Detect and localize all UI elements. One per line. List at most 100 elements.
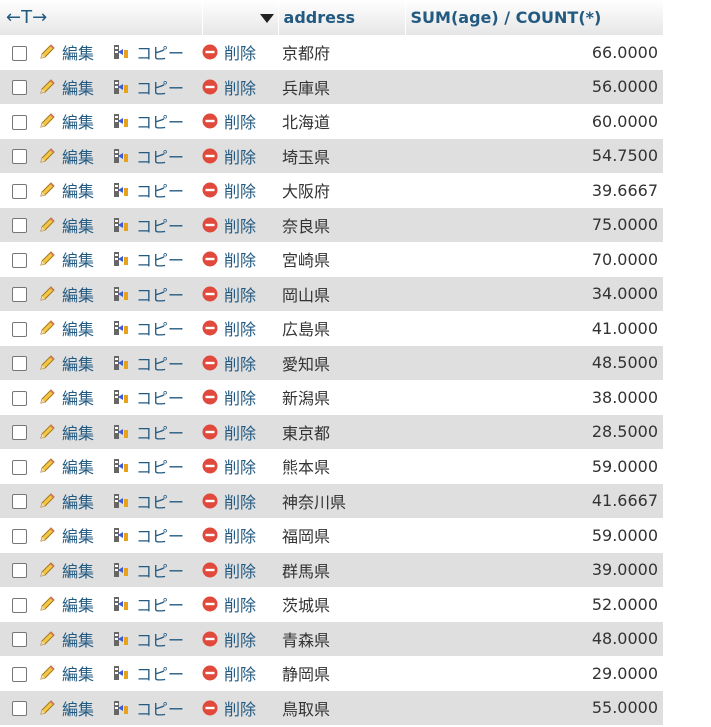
row-checkbox[interactable] xyxy=(11,459,27,475)
address-cell[interactable]: 兵庫県 xyxy=(278,70,405,105)
row-checkbox[interactable] xyxy=(11,494,27,510)
address-cell[interactable]: 福岡県 xyxy=(278,518,405,553)
copy-link[interactable]: コピー xyxy=(112,173,202,208)
value-cell[interactable]: 38.0000 xyxy=(405,380,663,415)
edit-link[interactable]: 編集 xyxy=(38,104,112,139)
delete-link[interactable]: 削除 xyxy=(202,208,278,243)
value-cell[interactable]: 75.0000 xyxy=(405,208,663,243)
row-checkbox[interactable] xyxy=(11,666,27,682)
row-checkbox[interactable] xyxy=(11,218,27,234)
edit-link[interactable]: 編集 xyxy=(38,346,112,381)
copy-link[interactable]: コピー xyxy=(112,277,202,312)
copy-link[interactable]: コピー xyxy=(112,242,202,277)
column-header-value[interactable]: SUM(age) / COUNT(*) xyxy=(405,0,664,35)
row-checkbox[interactable] xyxy=(11,252,27,268)
address-cell[interactable]: 岡山県 xyxy=(278,277,405,312)
address-cell[interactable]: 神奈川県 xyxy=(278,484,405,519)
row-checkbox[interactable] xyxy=(11,563,27,579)
value-cell[interactable]: 48.0000 xyxy=(405,622,663,657)
delete-link[interactable]: 削除 xyxy=(202,484,278,519)
value-cell[interactable]: 41.0000 xyxy=(405,311,663,346)
edit-link[interactable]: 編集 xyxy=(38,656,112,691)
row-checkbox[interactable] xyxy=(11,183,27,199)
edit-link[interactable]: 編集 xyxy=(38,242,112,277)
copy-link[interactable]: コピー xyxy=(112,518,202,553)
value-cell[interactable]: 70.0000 xyxy=(405,242,663,277)
copy-link[interactable]: コピー xyxy=(112,35,202,70)
value-cell[interactable]: 55.0000 xyxy=(405,691,663,726)
edit-link[interactable]: 編集 xyxy=(38,35,112,70)
value-cell[interactable]: 28.5000 xyxy=(405,415,663,450)
row-checkbox[interactable] xyxy=(11,597,27,613)
copy-link[interactable]: コピー xyxy=(112,449,202,484)
column-header-address[interactable]: address xyxy=(278,0,406,35)
delete-link[interactable]: 削除 xyxy=(202,277,278,312)
delete-link[interactable]: 削除 xyxy=(202,656,278,691)
delete-link[interactable]: 削除 xyxy=(202,449,278,484)
value-cell[interactable]: 54.7500 xyxy=(405,139,663,174)
copy-link[interactable]: コピー xyxy=(112,484,202,519)
address-cell[interactable]: 愛知県 xyxy=(278,346,405,381)
value-cell[interactable]: 39.6667 xyxy=(405,173,663,208)
value-cell[interactable]: 59.0000 xyxy=(405,518,663,553)
value-cell[interactable]: 66.0000 xyxy=(405,35,663,70)
copy-link[interactable]: コピー xyxy=(112,622,202,657)
delete-link[interactable]: 削除 xyxy=(202,518,278,553)
edit-link[interactable]: 編集 xyxy=(38,208,112,243)
address-cell[interactable]: 青森県 xyxy=(278,622,405,657)
address-cell[interactable]: 埼玉県 xyxy=(278,139,405,174)
address-cell[interactable]: 広島県 xyxy=(278,311,405,346)
edit-link[interactable]: 編集 xyxy=(38,622,112,657)
delete-link[interactable]: 削除 xyxy=(202,139,278,174)
copy-link[interactable]: コピー xyxy=(112,311,202,346)
edit-link[interactable]: 編集 xyxy=(38,311,112,346)
row-checkbox[interactable] xyxy=(11,701,27,717)
edit-link[interactable]: 編集 xyxy=(38,587,112,622)
delete-link[interactable]: 削除 xyxy=(202,35,278,70)
delete-link[interactable]: 削除 xyxy=(202,622,278,657)
delete-link[interactable]: 削除 xyxy=(202,587,278,622)
row-checkbox[interactable] xyxy=(11,356,27,372)
delete-link[interactable]: 削除 xyxy=(202,415,278,450)
row-checkbox[interactable] xyxy=(11,390,27,406)
row-checkbox[interactable] xyxy=(11,149,27,165)
address-cell[interactable]: 奈良県 xyxy=(278,208,405,243)
value-cell[interactable]: 59.0000 xyxy=(405,449,663,484)
sort-cell[interactable] xyxy=(202,0,279,35)
address-cell[interactable]: 宮崎県 xyxy=(278,242,405,277)
delete-link[interactable]: 削除 xyxy=(202,691,278,726)
address-cell[interactable]: 熊本県 xyxy=(278,449,405,484)
copy-link[interactable]: コピー xyxy=(112,104,202,139)
value-cell[interactable]: 48.5000 xyxy=(405,346,663,381)
value-cell[interactable]: 56.0000 xyxy=(405,70,663,105)
delete-link[interactable]: 削除 xyxy=(202,311,278,346)
value-cell[interactable]: 52.0000 xyxy=(405,587,663,622)
edit-link[interactable]: 編集 xyxy=(38,691,112,726)
delete-link[interactable]: 削除 xyxy=(202,173,278,208)
row-checkbox[interactable] xyxy=(11,425,27,441)
delete-link[interactable]: 削除 xyxy=(202,553,278,588)
row-checkbox[interactable] xyxy=(11,114,27,130)
copy-link[interactable]: コピー xyxy=(112,415,202,450)
edit-link[interactable]: 編集 xyxy=(38,484,112,519)
row-checkbox[interactable] xyxy=(11,632,27,648)
edit-link[interactable]: 編集 xyxy=(38,415,112,450)
address-cell[interactable]: 静岡県 xyxy=(278,656,405,691)
address-cell[interactable]: 東京都 xyxy=(278,415,405,450)
address-cell[interactable]: 新潟県 xyxy=(278,380,405,415)
copy-link[interactable]: コピー xyxy=(112,139,202,174)
address-cell[interactable]: 茨城県 xyxy=(278,587,405,622)
value-cell[interactable]: 60.0000 xyxy=(405,104,663,139)
row-checkbox[interactable] xyxy=(11,287,27,303)
row-checkbox[interactable] xyxy=(11,80,27,96)
edit-link[interactable]: 編集 xyxy=(38,449,112,484)
delete-link[interactable]: 削除 xyxy=(202,380,278,415)
address-cell[interactable]: 京都府 xyxy=(278,35,405,70)
value-cell[interactable]: 41.6667 xyxy=(405,484,663,519)
delete-link[interactable]: 削除 xyxy=(202,104,278,139)
row-checkbox[interactable] xyxy=(11,45,27,61)
address-cell[interactable]: 大阪府 xyxy=(278,173,405,208)
value-cell[interactable]: 34.0000 xyxy=(405,277,663,312)
address-cell[interactable]: 鳥取県 xyxy=(278,691,405,726)
sort-down-icon[interactable] xyxy=(259,13,274,24)
